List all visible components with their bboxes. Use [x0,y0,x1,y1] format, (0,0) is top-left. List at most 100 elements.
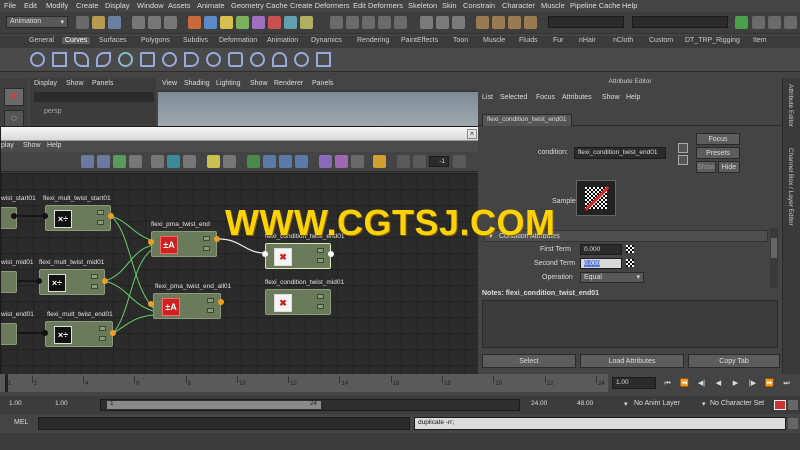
port-dot[interactable] [148,301,154,307]
shelf-tab-subdivs[interactable]: Subdivs [180,37,211,44]
shelf-tab-ncloth[interactable]: nCloth [610,37,636,44]
operation-dropdown[interactable]: Equal ▾ [580,272,644,283]
detach-curves-icon[interactable] [184,52,199,67]
channel-box-toggle-icon[interactable] [735,16,748,29]
add-selected-icon[interactable] [151,155,164,168]
outliner-menu-show[interactable]: Show [66,80,84,87]
bookmark-icon[interactable] [351,155,364,168]
shelf-tab-toon[interactable]: Toon [450,37,471,44]
select-button[interactable]: Select [482,354,576,368]
save-scene-icon[interactable] [108,16,121,29]
go-to-end-icon[interactable]: ⏭ [781,378,792,389]
copy-tab-button[interactable]: Copy Tab [688,354,780,368]
select-component-icon[interactable] [164,16,177,29]
show-button[interactable]: Show [696,161,716,173]
select-tool-icon[interactable]: ➤ [4,88,24,106]
playback-end-field[interactable]: 24.00 [528,399,570,411]
frame-selected-icon[interactable] [295,155,308,168]
shelf-tab-general[interactable]: General [26,37,57,44]
ae-menu-show[interactable]: Show [602,94,620,101]
menu-geometry-cache[interactable]: Geometry Cache [231,1,288,10]
command-input[interactable] [38,417,410,430]
port-dot[interactable] [42,330,48,336]
ae-scrollbar[interactable] [770,228,778,288]
menu-character[interactable]: Character [502,1,535,10]
quick-select-field[interactable] [632,16,728,28]
curve-editing-icon[interactable] [316,52,331,67]
attribute-editor-toggle-icon[interactable] [752,16,765,29]
pin-icon[interactable] [335,155,348,168]
curve-mask-icon[interactable] [220,16,233,29]
handle-mask-icon[interactable] [188,16,201,29]
condition-name-field[interactable]: flexi_condition_twist_end01 [574,147,666,159]
select-object-icon[interactable] [148,16,161,29]
toggle-swatches-icon[interactable] [263,155,276,168]
snap-view-plane-icon[interactable] [378,16,391,29]
script-editor-icon[interactable] [788,418,798,429]
layer-editor-toggle-icon[interactable] [784,16,797,29]
node-mult-start[interactable]: ×÷ [45,205,111,231]
ae-tab-condition[interactable]: flexi_condition_twist_end01 [482,114,572,126]
character-set-dropdown[interactable]: ▾ No Character Set [700,399,772,411]
node-condition-mid[interactable]: ✖ [265,289,331,315]
surface-mask-icon[interactable] [236,16,249,29]
make-live-icon[interactable] [394,16,407,29]
snap-grid-toggle-icon[interactable] [413,155,426,168]
preferences-icon[interactable] [788,400,798,410]
connected-mode-icon[interactable] [223,155,236,168]
snap-point-icon[interactable] [362,16,375,29]
port-dot[interactable] [214,236,220,242]
remove-selected-icon[interactable] [167,155,180,168]
anim-start-field[interactable]: 1.00 [6,399,48,411]
graph-output-icon[interactable] [97,155,110,168]
render-current-icon[interactable] [492,16,505,29]
notes-field[interactable] [482,300,778,348]
insert-knot-icon[interactable] [206,52,221,67]
menu-help[interactable]: Help [622,1,637,10]
shelf-tab-curves[interactable]: Curves [62,37,91,44]
shelf-tab-dt-trp-rigging[interactable]: DT_TRP_Rigging [682,37,743,44]
menu-animate[interactable]: Animate [197,1,225,10]
command-language-label[interactable]: MEL [14,419,28,426]
first-term-field[interactable]: 0.000 [580,244,622,255]
shelf-tab-polygons[interactable]: Polygons [138,37,173,44]
step-forward-key-icon[interactable]: ⏩ [764,378,775,389]
menu-create[interactable]: Create [76,1,99,10]
viewport-menu-view[interactable]: View [162,80,177,87]
node-mult-end[interactable]: ×÷ [45,321,113,347]
shelf-tab-custom[interactable]: Custom [646,37,676,44]
shelf-tab-nhair[interactable]: nHair [576,37,599,44]
render-view-icon[interactable] [476,16,489,29]
menu-display[interactable]: Display [105,1,130,10]
outliner-filter-field[interactable] [34,92,154,102]
port-dot[interactable] [328,251,334,257]
shelf-tab-muscle[interactable]: Muscle [480,37,508,44]
ep-curve-icon[interactable] [74,52,89,67]
load-attributes-button[interactable]: Load Attributes [580,354,684,368]
snap-curve-icon[interactable] [346,16,359,29]
shelf-tab-painteffects[interactable]: PaintEffects [398,37,441,44]
hide-button[interactable]: Hide [718,161,740,173]
tab-channel-box[interactable]: Channel Box / Layer Editor [787,148,794,226]
layout-icon[interactable] [183,155,196,168]
viewport-menu-show[interactable]: Show [250,80,268,87]
graph-both-icon[interactable] [113,155,126,168]
anim-layer-dropdown[interactable]: ▾ No Anim Layer [622,399,696,411]
nurbs-circle-icon[interactable] [30,52,45,67]
playback-start-field[interactable]: 1.00 [52,399,94,411]
dynamics-mask-icon[interactable] [268,16,281,29]
shelf-tab-animation[interactable]: Animation [264,37,301,44]
shelf-tab-fur[interactable]: Fur [550,37,567,44]
menu-set-dropdown[interactable]: Animation ▾ [6,16,68,28]
open-scene-icon[interactable] [92,16,105,29]
decrease-depth-icon[interactable] [453,155,466,168]
menu-edit-deformers[interactable]: Edit Deformers [353,1,403,10]
snap-grid-icon[interactable] [330,16,343,29]
construction-history-icon[interactable] [452,16,465,29]
ipr-render-icon[interactable] [508,16,521,29]
close-icon[interactable]: × [467,129,477,139]
outliner-menu-panels[interactable]: Panels [92,80,113,87]
viewport-menu-lighting[interactable]: Lighting [216,80,241,87]
input-line-field[interactable] [548,16,624,28]
viewport-menu-renderer[interactable]: Renderer [274,80,303,87]
